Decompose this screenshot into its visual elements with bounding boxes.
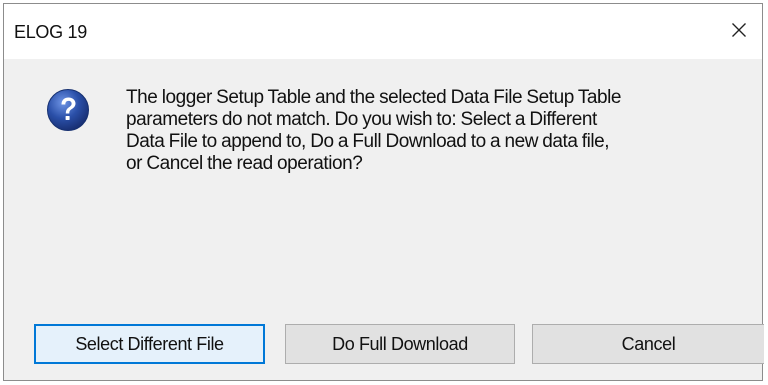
question-icon — [46, 88, 90, 132]
cancel-button[interactable]: Cancel — [532, 324, 764, 364]
message-line: parameters do not match. Do you wish to:… — [126, 109, 597, 130]
close-button[interactable] — [716, 12, 762, 48]
dialog-content: The logger Setup Table and the selected … — [4, 59, 762, 278]
message-line: or Cancel the read operation? — [126, 153, 363, 174]
dialog-window: ELOG 19 The logger Setup Table and the s… — [3, 3, 764, 381]
button-bar: Select Different File Do Full Download C… — [4, 278, 764, 380]
dialog-message: The logger Setup Table and the selected … — [126, 87, 716, 175]
select-different-file-button[interactable]: Select Different File — [34, 324, 265, 364]
message-line: Data File to append to, Do a Full Downlo… — [126, 131, 610, 152]
message-line: The logger Setup Table and the selected … — [126, 87, 621, 108]
title-bar[interactable]: ELOG 19 — [4, 4, 762, 59]
close-icon — [731, 22, 747, 38]
window-title: ELOG 19 — [14, 22, 87, 42]
do-full-download-button[interactable]: Do Full Download — [285, 324, 515, 364]
